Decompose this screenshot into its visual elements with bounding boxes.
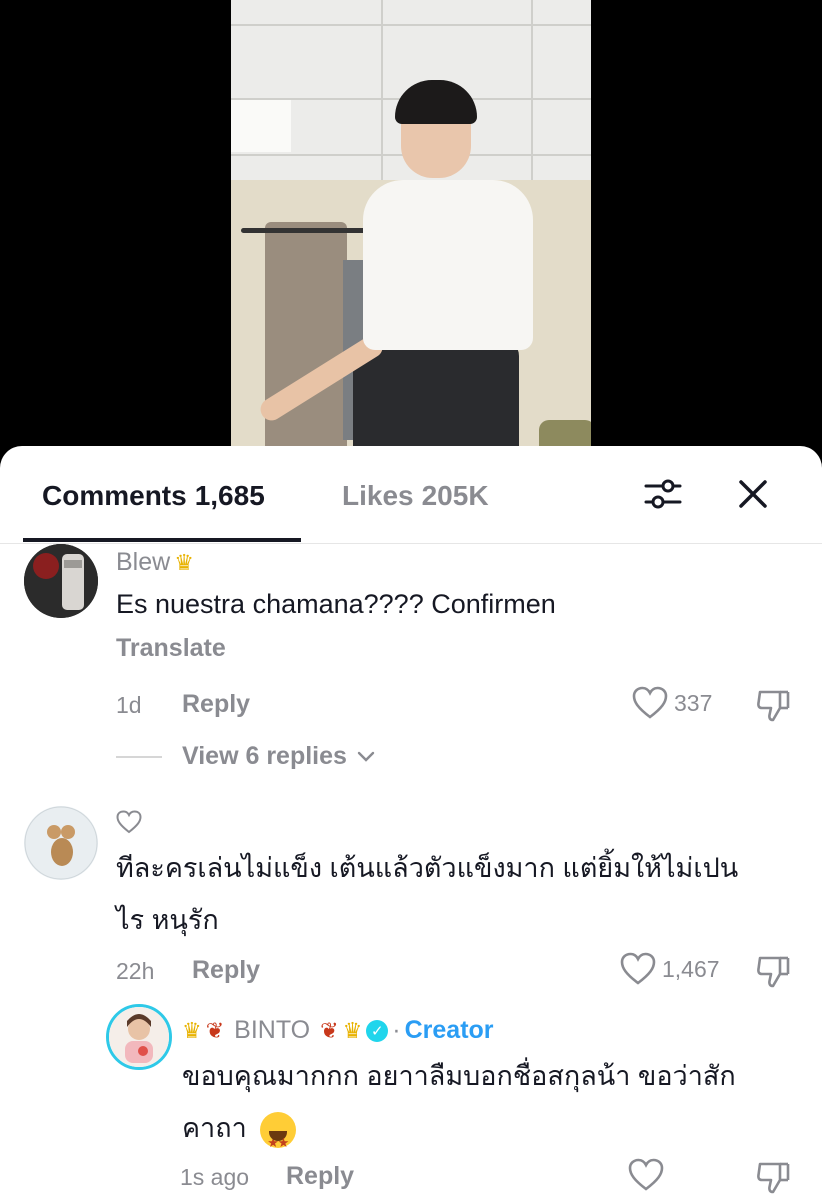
thumbs-down-icon: [757, 956, 790, 988]
tab-likes-label: Likes: [342, 480, 414, 511]
view-replies-label: View 6 replies: [182, 742, 347, 770]
comment-text: ขอบคุณมากกก อยาาลืมบอกชื่อสกุลน้า ขอว่าส…: [182, 1050, 736, 1169]
heart-icon: [628, 1158, 664, 1191]
video-person-torso: [363, 180, 533, 350]
video-frame: [231, 0, 591, 470]
comment-time: 22h: [116, 958, 155, 984]
tab-likes[interactable]: Likes 205K: [342, 480, 489, 512]
translate-link-display[interactable]: Translate: [116, 634, 226, 663]
comment-text-line-2: คาถา: [182, 1102, 736, 1169]
verified-badge-icon: ✓: [366, 1019, 389, 1042]
comment-text-line: ทีละครเล่นไม่แข็ง เต้นแล้วตัวแข็งมาก แต่…: [116, 853, 739, 883]
author-name: Blew: [116, 548, 171, 576]
reply-button[interactable]: Reply: [182, 690, 250, 719]
comment-text-line: คาถา: [182, 1113, 247, 1143]
like-button[interactable]: 1,467: [620, 952, 720, 986]
active-tab-indicator: [23, 538, 301, 542]
like-button[interactable]: [628, 1158, 664, 1192]
comments-sheet: Comments 1,685 Likes 205K Blew ♛ Es nues…: [0, 446, 822, 1200]
dislike-button[interactable]: [754, 686, 792, 724]
divider: [116, 755, 162, 758]
avatar-image: [24, 806, 98, 880]
creator-tag: Creator: [404, 1016, 494, 1044]
chevron-down-icon: [357, 751, 375, 762]
tab-likes-count: 205K: [421, 480, 489, 511]
avatar-image: [109, 1007, 169, 1067]
video-curtain-rod: [241, 228, 381, 233]
filter-button[interactable]: [642, 474, 684, 514]
leaf-icon: ❦: [320, 1017, 339, 1043]
comments-tabs: Comments 1,685 Likes 205K: [0, 446, 822, 544]
ceiling-light: [231, 100, 291, 152]
comment-time: 1d: [116, 692, 142, 718]
separator-dot: ·: [392, 1016, 401, 1044]
close-icon: [739, 480, 767, 508]
view-replies-button[interactable]: View 6 replies: [116, 742, 375, 771]
comment-text-line: ไร หนุรัก: [116, 905, 219, 935]
filter-icon: [644, 479, 682, 509]
thumbs-down-icon: [757, 1162, 790, 1194]
tab-comments[interactable]: Comments 1,685: [42, 480, 265, 512]
comment-author[interactable]: Blew ♛: [116, 548, 194, 577]
comment-author[interactable]: ♛ ❦ BINTO ❦ ♛ ✓ · Creator: [182, 1016, 494, 1045]
comment-text: ทีละครเล่นไม่แข็ง เต้นแล้วตัวแข็งมาก แต่…: [116, 842, 738, 946]
heart-badge-icon: [116, 810, 142, 834]
crown-icon: ♛: [174, 549, 194, 575]
video-curtain: [265, 222, 347, 470]
reply-button[interactable]: Reply: [192, 956, 260, 985]
comment-author[interactable]: [116, 810, 142, 834]
author-name: BINTO: [234, 1016, 311, 1044]
close-button[interactable]: [733, 474, 773, 514]
crown-icon: ♛: [342, 1017, 363, 1043]
comment-time: 1s ago: [180, 1164, 250, 1190]
like-count: 337: [674, 689, 713, 716]
dislike-button[interactable]: [754, 952, 792, 990]
heart-icon: [632, 686, 668, 719]
avatar[interactable]: [24, 806, 98, 880]
avatar[interactable]: [24, 544, 98, 618]
comment-text: Es nuestra chamana???? Confirmen: [116, 589, 556, 619]
video-player[interactable]: [0, 0, 822, 470]
tab-comments-label: Comments: [42, 480, 187, 511]
heart-icon: [620, 952, 656, 985]
reply-button[interactable]: Reply: [286, 1162, 354, 1191]
star-struck-emoji-icon: [260, 1111, 297, 1169]
dislike-button[interactable]: [754, 1158, 792, 1196]
like-button[interactable]: 337: [632, 686, 712, 720]
comment-text-line: ขอบคุณมากกก อยาาลืมบอกชื่อสกุลน้า ขอว่าส…: [182, 1061, 736, 1091]
avatar-image: [24, 544, 98, 618]
leaf-icon: ❦: [205, 1017, 225, 1043]
tab-comments-count: 1,685: [194, 480, 265, 511]
thumbs-down-icon: [757, 690, 790, 722]
creator-avatar[interactable]: [106, 1004, 172, 1070]
crown-icon: ♛: [182, 1017, 202, 1043]
like-count: 1,467: [662, 955, 720, 982]
